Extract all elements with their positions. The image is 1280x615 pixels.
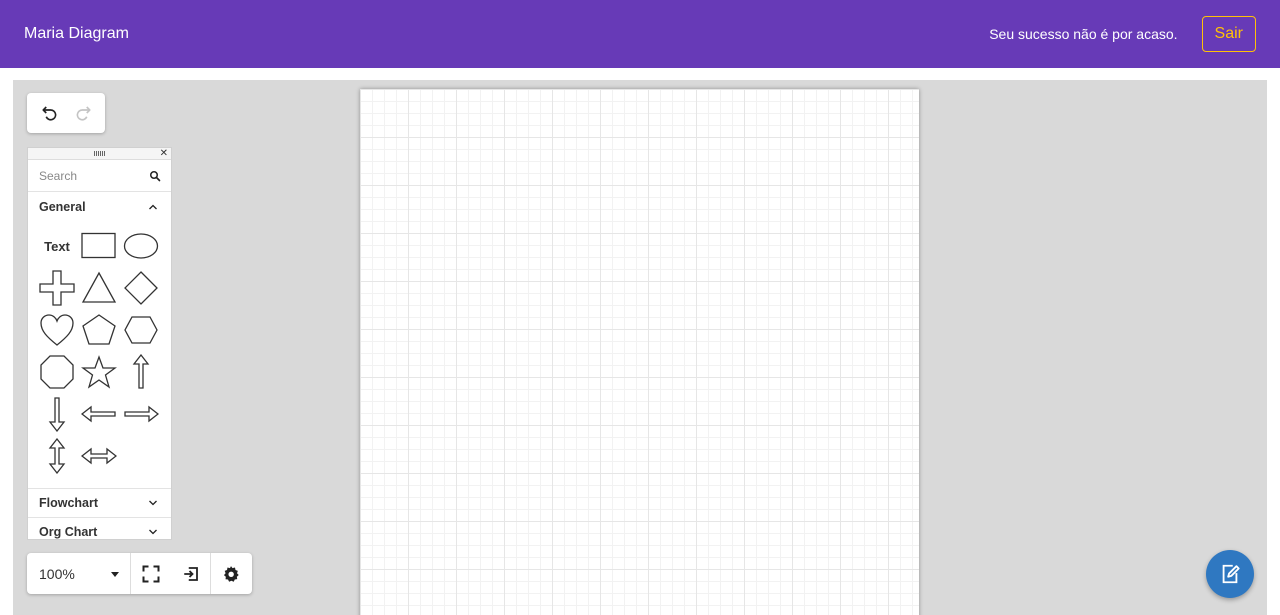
shape-octagon[interactable] bbox=[36, 351, 78, 393]
zoom-select[interactable]: 100% bbox=[27, 553, 131, 594]
shapes-panel: ✕ General Text bbox=[27, 147, 172, 540]
arrow-up-icon bbox=[132, 354, 150, 389]
section-flowchart-label: Flowchart bbox=[39, 496, 99, 510]
section-general-label: General bbox=[39, 199, 86, 214]
fullscreen-icon bbox=[142, 565, 160, 582]
arrow-up-down-icon bbox=[48, 438, 66, 474]
shape-cross[interactable] bbox=[36, 267, 78, 309]
section-flowchart[interactable]: Flowchart bbox=[28, 489, 171, 518]
shape-heart[interactable] bbox=[36, 309, 78, 351]
shape-star[interactable] bbox=[78, 351, 120, 393]
ellipse-icon bbox=[123, 233, 159, 259]
section-general[interactable]: General bbox=[28, 192, 171, 221]
fullscreen-button[interactable] bbox=[131, 553, 171, 594]
triangle-icon bbox=[81, 271, 117, 303]
exit-button[interactable] bbox=[171, 553, 211, 594]
caret-down-icon bbox=[111, 571, 119, 577]
arrow-left-right-icon bbox=[81, 447, 117, 465]
diagram-page[interactable] bbox=[360, 89, 919, 615]
shape-rectangle[interactable] bbox=[78, 225, 120, 267]
bottom-toolbar: 100% bbox=[27, 553, 252, 594]
edit-note-icon bbox=[1222, 564, 1240, 584]
diamond-icon bbox=[124, 271, 158, 305]
shape-arrow-down[interactable] bbox=[36, 393, 78, 435]
shape-search bbox=[28, 160, 171, 192]
shape-text[interactable]: Text bbox=[36, 225, 78, 267]
section-org-chart[interactable]: Org Chart bbox=[28, 518, 171, 539]
shape-arrow-left-right[interactable] bbox=[78, 435, 120, 477]
slogan-text: Seu sucesso não é por acaso. bbox=[989, 26, 1178, 42]
shape-text-label: Text bbox=[44, 238, 70, 254]
hexagon-icon bbox=[124, 316, 158, 344]
arrow-down-icon bbox=[48, 397, 66, 432]
arrow-left-icon bbox=[81, 405, 116, 423]
chevron-down-icon bbox=[149, 500, 157, 506]
edit-fab-button[interactable] bbox=[1206, 550, 1254, 598]
shape-ellipse[interactable] bbox=[120, 225, 162, 267]
shape-arrow-right[interactable] bbox=[120, 393, 162, 435]
logout-button[interactable]: Sair bbox=[1201, 16, 1256, 52]
shape-diamond[interactable] bbox=[120, 267, 162, 309]
pentagon-icon bbox=[82, 314, 116, 345]
panel-titlebar[interactable]: ✕ bbox=[28, 148, 171, 160]
shape-arrow-up[interactable] bbox=[120, 351, 162, 393]
top-navbar: Maria Diagram Seu sucesso não é por acas… bbox=[0, 0, 1280, 68]
chevron-down-icon bbox=[149, 529, 157, 535]
chevron-up-icon bbox=[149, 204, 157, 209]
shape-search-input[interactable] bbox=[39, 168, 149, 183]
shape-pentagon[interactable] bbox=[78, 309, 120, 351]
redo-button[interactable] bbox=[69, 99, 97, 127]
gear-icon bbox=[223, 565, 239, 582]
shape-arrow-up-down[interactable] bbox=[36, 435, 78, 477]
shape-triangle[interactable] bbox=[78, 267, 120, 309]
history-toolbar bbox=[27, 93, 105, 133]
star-icon bbox=[81, 355, 117, 389]
diagram-workspace[interactable] bbox=[13, 80, 1267, 615]
exit-icon bbox=[183, 566, 198, 581]
rectangle-icon bbox=[81, 232, 116, 259]
section-org-chart-label: Org Chart bbox=[39, 525, 98, 539]
shape-arrow-left[interactable] bbox=[78, 393, 120, 435]
search-icon[interactable] bbox=[149, 170, 161, 182]
settings-button[interactable] bbox=[211, 553, 251, 594]
undo-icon bbox=[41, 106, 56, 121]
app-brand[interactable]: Maria Diagram bbox=[24, 25, 129, 43]
close-icon[interactable]: ✕ bbox=[160, 148, 168, 159]
drag-handle-icon[interactable] bbox=[94, 151, 105, 156]
zoom-value: 100% bbox=[39, 565, 75, 582]
undo-button[interactable] bbox=[36, 99, 64, 127]
cross-icon bbox=[39, 270, 75, 306]
shape-hexagon[interactable] bbox=[120, 309, 162, 351]
octagon-icon bbox=[40, 355, 74, 389]
redo-icon bbox=[76, 106, 91, 121]
general-shapes-grid: Text bbox=[28, 221, 171, 489]
heart-icon bbox=[40, 314, 74, 346]
arrow-right-icon bbox=[124, 405, 159, 423]
